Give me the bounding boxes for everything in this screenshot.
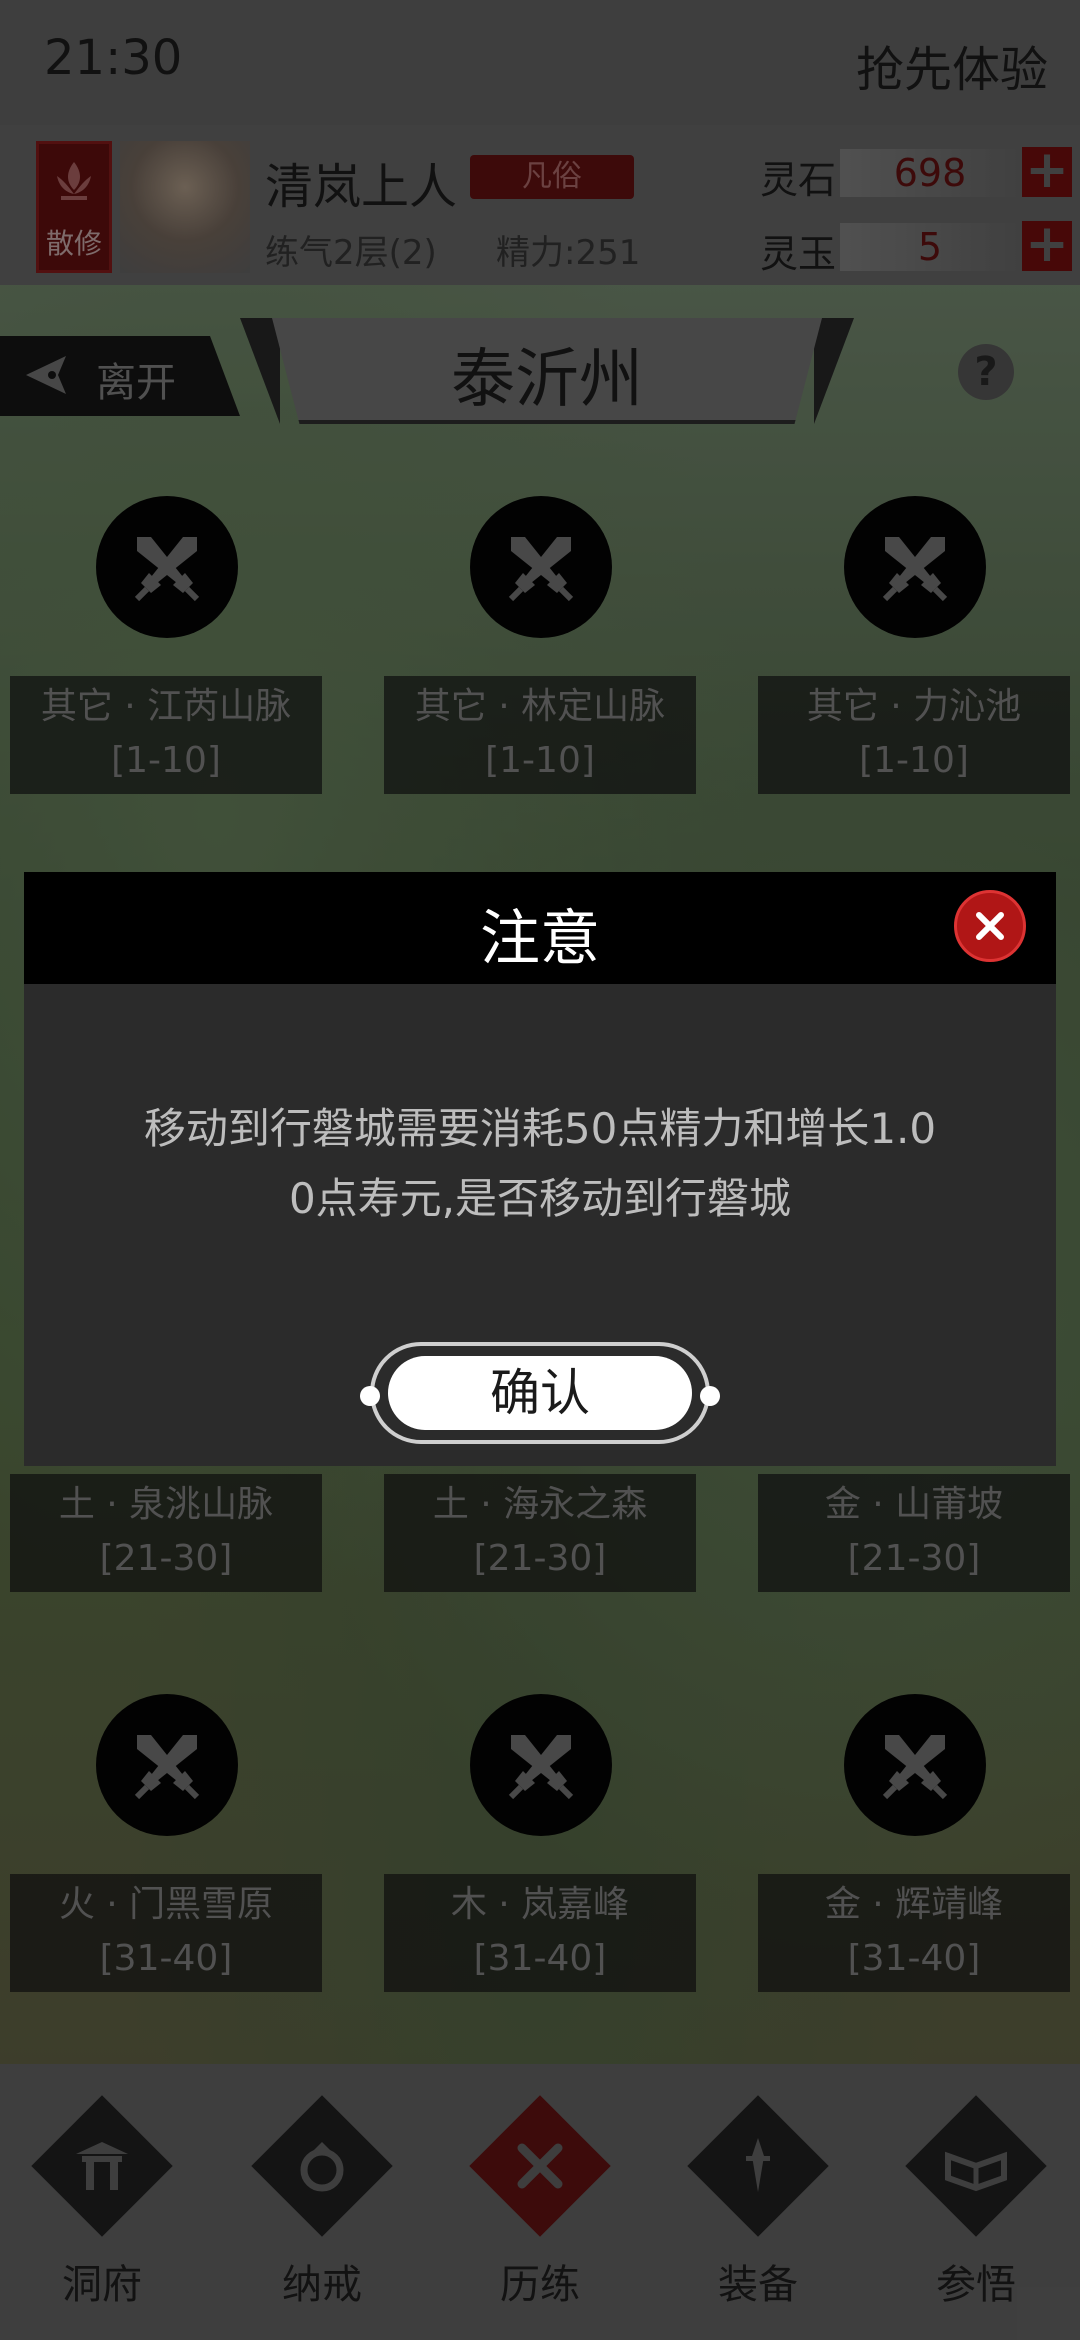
location-label[interactable]: 木 · 岚嘉峰 [31-40]	[384, 1874, 696, 1992]
spirit-jade-label: 灵玉	[760, 232, 837, 276]
close-button[interactable]	[954, 890, 1026, 962]
leave-label: 离开	[96, 360, 176, 406]
nav-item-insight[interactable]: 参悟	[896, 2095, 1056, 2324]
location-name: 木 · 岚嘉峰	[450, 1884, 630, 1925]
avatar[interactable]	[120, 141, 250, 273]
bottom-nav: 洞府 纳戒 历练 装备 参悟	[0, 2064, 1080, 2340]
nav-label: 装备	[718, 2262, 798, 2308]
dagger-icon	[746, 2138, 770, 2192]
location-name: 金 · 辉靖峰	[824, 1884, 1004, 1925]
close-icon	[976, 912, 1004, 940]
location-marker[interactable]	[470, 496, 612, 638]
leave-button[interactable]: 离开	[0, 336, 240, 416]
location-label[interactable]: 金 · 辉靖峰 [31-40]	[758, 1874, 1070, 1992]
early-access-label: 抢先体验	[855, 42, 1048, 98]
nav-label: 历练	[500, 2262, 580, 2308]
location-marker[interactable]	[844, 496, 986, 638]
dialog-message: 移动到行磐城需要消耗50点精力和增长1.0 0点寿元,是否移动到行磐城	[64, 1094, 1016, 1234]
location-level: [31-40]	[847, 1938, 981, 1979]
location-level: [1-10]	[111, 740, 221, 781]
ornament-dot	[700, 1386, 720, 1406]
location-name: 其它 · 江芮山脉	[40, 686, 292, 727]
location-marker[interactable]	[96, 1694, 238, 1836]
crossed-swords-icon	[882, 537, 948, 602]
nav-item-training[interactable]: 历练	[460, 2095, 620, 2324]
status-bar: 21:30 抢先体验	[0, 0, 1080, 125]
crossed-swords-icon	[134, 537, 200, 602]
crossed-swords-icon	[508, 1735, 574, 1800]
rank-badge: 凡俗	[470, 155, 634, 199]
location-level: [1-10]	[485, 740, 595, 781]
book-icon	[945, 2151, 1007, 2192]
location-level: [21-30]	[847, 1538, 981, 1579]
gate-icon	[76, 2142, 128, 2190]
location-marker[interactable]	[844, 1694, 986, 1836]
dialog-title: 注意	[480, 904, 600, 974]
dialog-header: 注意	[24, 872, 1056, 984]
location-level: [1-10]	[859, 740, 969, 781]
location-level: [21-30]	[473, 1538, 607, 1579]
add-spirit-stone-button[interactable]: +	[1022, 144, 1072, 197]
location-label[interactable]: 土 · 泉洮山脉 [21-30]	[10, 1474, 322, 1592]
location-label[interactable]: 其它 · 力沁池 [1-10]	[758, 676, 1070, 794]
confirm-button-frame: 确认	[360, 1342, 720, 1444]
location-name: 土 · 泉洮山脉	[58, 1484, 274, 1525]
confirm-button[interactable]: 确认	[388, 1356, 692, 1430]
lotus-icon	[57, 162, 91, 200]
location-label[interactable]: 其它 · 江芮山脉 [1-10]	[10, 676, 322, 794]
add-spirit-jade-button[interactable]: +	[1022, 218, 1072, 271]
crossed-swords-icon	[517, 2143, 563, 2189]
nav-item-equipment[interactable]: 装备	[678, 2095, 838, 2324]
sect-badge[interactable]: 散修	[36, 141, 112, 273]
nav-label: 纳戒	[282, 2262, 362, 2308]
player-header: 散修 清岚上人 凡俗 练气2层(2) 精力:251 灵石 698 + 灵玉 5 …	[0, 125, 1080, 285]
energy-value: 精力:251	[496, 233, 641, 273]
sect-label: 散修	[45, 227, 102, 260]
location-name: 其它 · 力沁池	[806, 686, 1022, 727]
player-name: 清岚上人	[265, 159, 458, 215]
location-level: [31-40]	[99, 1938, 233, 1979]
back-arrow-icon	[26, 356, 66, 394]
location-marker[interactable]	[96, 496, 238, 638]
location-label[interactable]: 其它 · 林定山脉 [1-10]	[384, 676, 696, 794]
cultivation-level: 练气2层(2)	[265, 233, 437, 273]
location-level: [31-40]	[473, 1938, 607, 1979]
dialog-message-line: 移动到行磐城需要消耗50点精力和增长1.0	[143, 1104, 937, 1153]
crossed-swords-icon	[882, 1735, 948, 1800]
location-level: [21-30]	[99, 1538, 233, 1579]
spirit-jade-value: 5	[840, 223, 1020, 271]
location-name: 其它 · 林定山脉	[414, 686, 666, 727]
location-label[interactable]: 土 · 海永之森 [21-30]	[384, 1474, 696, 1592]
ornament-dot	[360, 1386, 380, 1406]
location-label[interactable]: 火 · 门黑雪原 [31-40]	[10, 1874, 322, 1992]
nav-label: 参悟	[936, 2262, 1016, 2308]
nav-label: 洞府	[62, 2262, 142, 2308]
location-name: 火 · 门黑雪原	[58, 1884, 274, 1925]
status-time: 21:30	[44, 30, 183, 86]
location-name: 金 · 山莆坡	[824, 1484, 1004, 1525]
location-name: 土 · 海永之森	[432, 1484, 648, 1525]
ring-icon	[300, 2142, 344, 2192]
nav-item-cave[interactable]: 洞府	[22, 2095, 182, 2324]
help-button[interactable]: ?	[958, 344, 1014, 400]
dialog-message-line: 0点寿元,是否移动到行磐城	[288, 1174, 792, 1223]
region-title: 泰沂州	[451, 343, 643, 417]
location-label[interactable]: 金 · 山莆坡 [21-30]	[758, 1474, 1070, 1592]
crossed-swords-icon	[134, 1735, 200, 1800]
location-marker[interactable]	[470, 1694, 612, 1836]
nav-item-ring[interactable]: 纳戒	[242, 2095, 402, 2324]
spirit-stone-value: 698	[840, 149, 1020, 197]
crossed-swords-icon	[508, 537, 574, 602]
spirit-stone-label: 灵石	[760, 158, 837, 202]
notice-dialog: 注意 移动到行磐城需要消耗50点精力和增长1.0 0点寿元,是否移动到行磐城 确…	[24, 872, 1056, 1466]
